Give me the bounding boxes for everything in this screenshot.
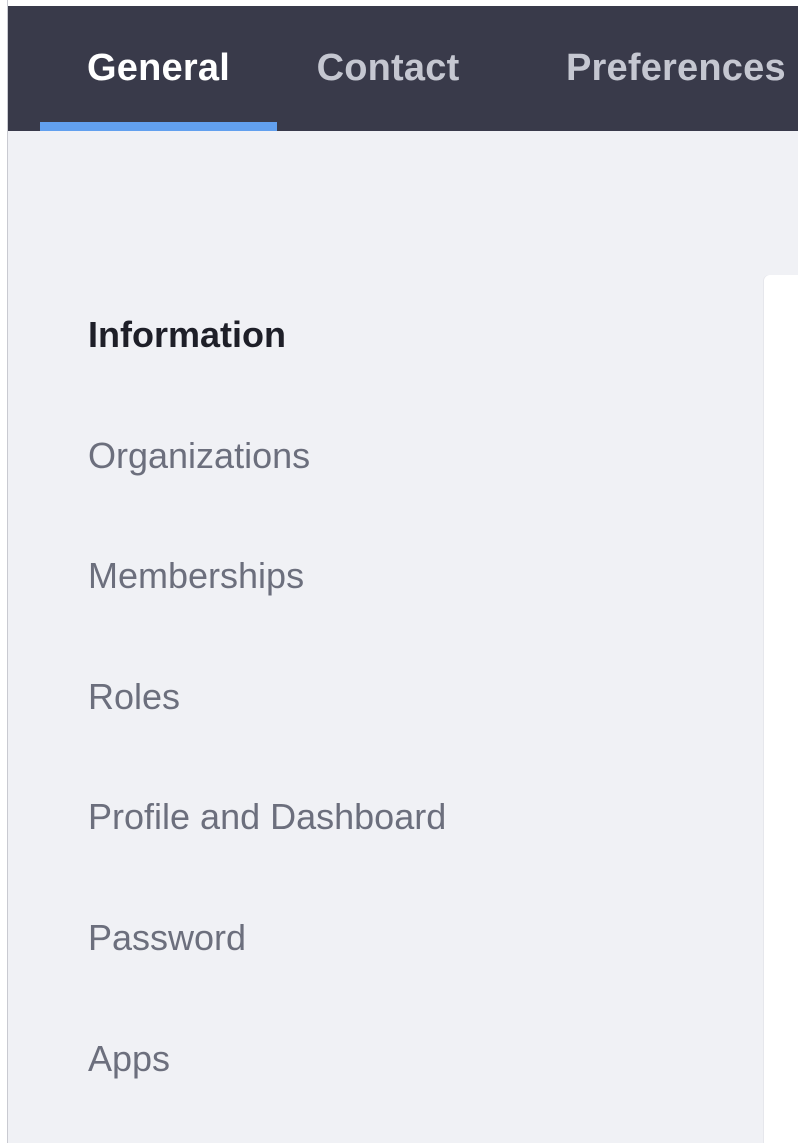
nav-item-label: Memberships: [88, 555, 305, 596]
nav-item-label: Organizations: [88, 435, 311, 476]
nav-item-roles[interactable]: Roles: [88, 667, 180, 727]
nav-item-memberships[interactable]: Memberships: [88, 546, 304, 606]
nav-item-apps[interactable]: Apps: [88, 1029, 170, 1089]
nav-item-label: Information: [88, 314, 286, 355]
nav-item-label: Password: [88, 917, 247, 958]
nav-item-label: Profile and Dashboard: [88, 796, 447, 837]
nav-item-profile-and-dashboard[interactable]: Profile and Dashboard: [88, 787, 446, 847]
nav-item-label: Roles: [88, 676, 181, 717]
tab-general[interactable]: General: [40, 6, 277, 131]
tab-general-label: General: [87, 47, 230, 89]
tab-bar: General Contact Preferences: [8, 6, 798, 131]
tab-contact-label: Contact: [316, 47, 460, 89]
window-left-edge: [0, 0, 8, 1143]
tab-preferences[interactable]: Preferences: [554, 6, 798, 131]
tab-contact[interactable]: Contact: [304, 6, 472, 131]
active-tab-indicator: [40, 122, 277, 131]
content-card: [764, 275, 798, 1143]
nav-item-label: Apps: [88, 1038, 171, 1079]
tab-preferences-label: Preferences: [566, 47, 786, 89]
nav-item-organizations[interactable]: Organizations: [88, 426, 310, 486]
nav-item-information[interactable]: Information: [88, 305, 286, 365]
nav-item-password[interactable]: Password: [88, 908, 246, 968]
main-content: Information Organizations Memberships Ro…: [8, 131, 798, 1143]
